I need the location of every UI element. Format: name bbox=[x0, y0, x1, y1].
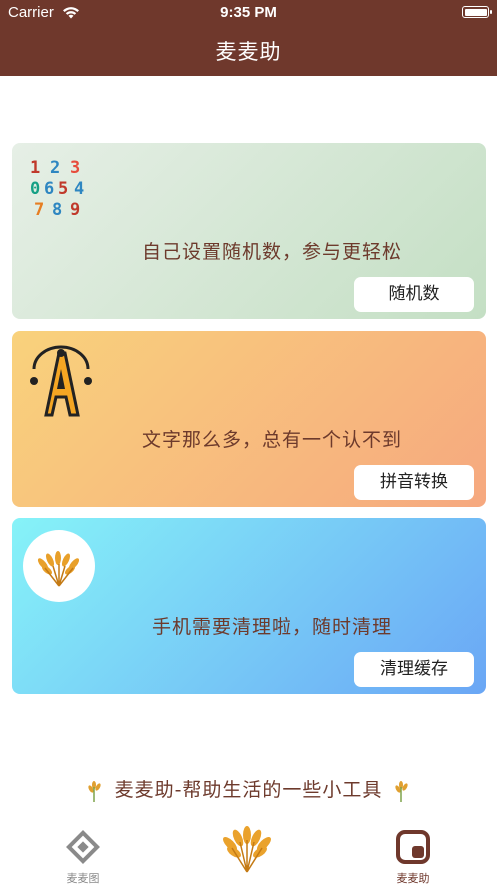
svg-text:4: 4 bbox=[74, 179, 84, 199]
svg-text:6: 6 bbox=[44, 179, 54, 199]
battery-icon bbox=[462, 6, 492, 18]
svg-text:3: 3 bbox=[70, 158, 80, 178]
svg-text:8: 8 bbox=[52, 200, 62, 219]
wheat-icon bbox=[87, 780, 101, 802]
svg-text:1: 1 bbox=[30, 158, 40, 178]
slogan: 麦麦助-帮助生活的一些小工具 bbox=[0, 775, 497, 803]
nav-header: Carrier 9:35 PM 麦麦助 bbox=[0, 0, 497, 76]
svg-text:9: 9 bbox=[70, 200, 80, 219]
clear-cache-card[interactable]: 手机需要清理啦，随时清理 清理缓存 bbox=[12, 518, 486, 694]
slogan-text: 麦麦助-帮助生活的一些小工具 bbox=[114, 779, 383, 801]
pinyin-card[interactable]: 文字那么多，总有一个认不到 拼音转换 bbox=[12, 331, 486, 507]
pinyin-convert-button[interactable]: 拼音转换 bbox=[354, 465, 474, 500]
wheat-icon bbox=[395, 780, 409, 802]
status-bar: Carrier 9:35 PM bbox=[0, 0, 497, 26]
diamond-icon bbox=[66, 830, 100, 864]
clock: 9:35 PM bbox=[220, 4, 277, 21]
tab-bar: 麦麦图 麦麦助 bbox=[0, 820, 497, 886]
svg-text:2: 2 bbox=[50, 158, 60, 178]
page-title: 麦麦助 bbox=[215, 40, 282, 64]
wheat-icon bbox=[23, 530, 95, 602]
random-number-button[interactable]: 随机数 bbox=[354, 277, 474, 312]
svg-text:5: 5 bbox=[58, 179, 68, 199]
random-numbers-icon: 123 0654 789 bbox=[26, 157, 96, 227]
random-number-card[interactable]: 123 0654 789 自己设置随机数，参与更轻松 随机数 bbox=[12, 143, 486, 319]
svg-text:0: 0 bbox=[30, 179, 40, 199]
clear-cache-button[interactable]: 清理缓存 bbox=[354, 652, 474, 687]
card-description: 文字那么多，总有一个认不到 bbox=[141, 429, 402, 451]
wheat-icon[interactable] bbox=[216, 822, 278, 874]
letter-a-icon bbox=[26, 345, 96, 417]
card-description: 手机需要清理啦，随时清理 bbox=[151, 616, 392, 638]
tab-label: 麦麦助 bbox=[396, 872, 430, 885]
tab-maimaitu[interactable]: 麦麦图 bbox=[43, 830, 123, 886]
svg-text:7: 7 bbox=[34, 200, 44, 219]
tab-maimaizhu[interactable]: 麦麦助 bbox=[373, 830, 453, 886]
app-icon bbox=[396, 830, 430, 864]
card-description: 自己设置随机数，参与更轻松 bbox=[141, 241, 402, 263]
tab-label: 麦麦图 bbox=[66, 872, 100, 885]
